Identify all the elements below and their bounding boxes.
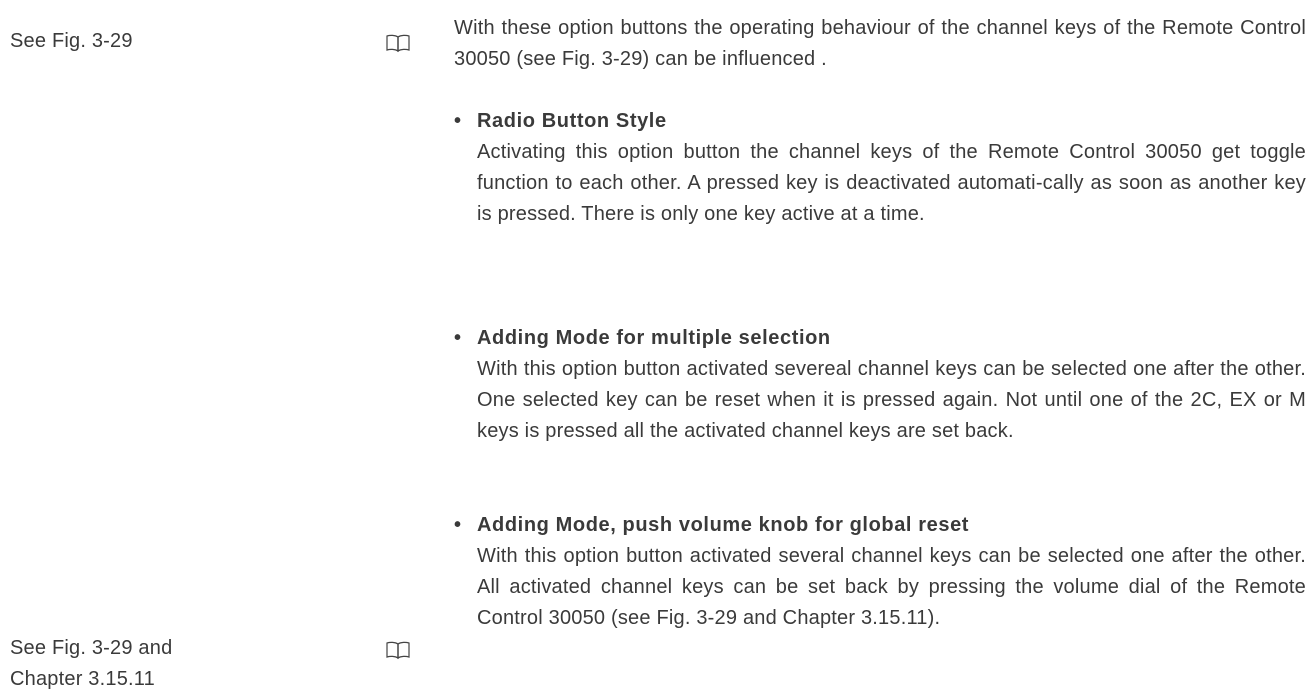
- option-title: Adding Mode for multiple selection: [477, 327, 831, 349]
- margin-note-fig-chapter-ref: See Fig. 3-29 and Chapter 3.15.11: [10, 633, 250, 695]
- margin-note-line: See Fig. 3-29 and: [10, 637, 173, 659]
- option-adding-mode-multiple: • Adding Mode for multiple selection Wit…: [454, 323, 1306, 447]
- option-heading: • Adding Mode, push volume knob for glob…: [454, 510, 1306, 541]
- option-title: Adding Mode, push volume knob for global…: [477, 514, 970, 536]
- margin-note-fig-ref: See Fig. 3-29: [10, 26, 250, 57]
- option-description: With this option button activated severe…: [477, 358, 1306, 442]
- bullet-marker: •: [454, 110, 462, 132]
- intro-paragraph: With these option buttons the operating …: [454, 13, 1306, 75]
- option-heading: • Adding Mode for multiple selection: [454, 323, 1306, 354]
- option-heading: • Radio Button Style: [454, 106, 1306, 137]
- bullet-marker: •: [454, 327, 462, 349]
- option-description: With this option button activated severa…: [477, 545, 1306, 629]
- bullet-marker: •: [454, 514, 462, 536]
- book-icon: [385, 33, 411, 53]
- intro-text: With these option buttons the operating …: [454, 17, 1306, 70]
- option-radio-button-style: • Radio Button Style Activating this opt…: [454, 106, 1306, 230]
- margin-note-line: See Fig. 3-29: [10, 30, 133, 52]
- margin-note-line: Chapter 3.15.11: [10, 668, 155, 690]
- option-adding-mode-global-reset: • Adding Mode, push volume knob for glob…: [454, 510, 1306, 634]
- option-description: Activating this option button the channe…: [477, 141, 1306, 225]
- option-title: Radio Button Style: [477, 110, 667, 132]
- book-icon: [385, 640, 411, 660]
